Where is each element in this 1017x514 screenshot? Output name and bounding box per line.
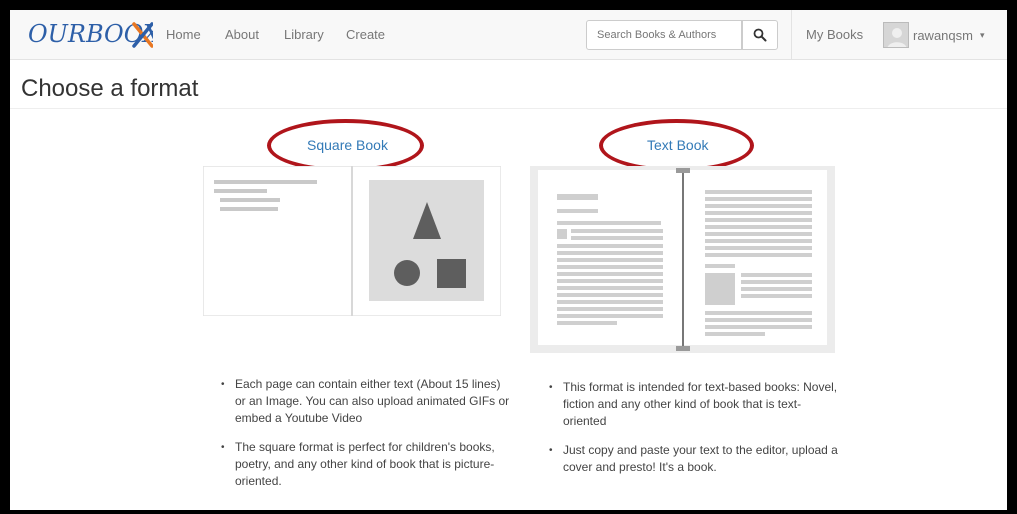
square-book-description: Each page can contain either text (About… xyxy=(221,376,511,502)
search-button[interactable] xyxy=(742,20,778,50)
highlight-ring xyxy=(267,119,424,172)
title-divider xyxy=(10,108,1007,109)
list-item: This format is intended for text-based b… xyxy=(549,379,839,430)
user-menu-dropdown[interactable]: rawanqsm ▾ xyxy=(883,21,985,49)
avatar xyxy=(883,22,909,48)
list-item: Each page can contain either text (About… xyxy=(221,376,511,427)
highlight-ring xyxy=(599,119,754,172)
search-input[interactable] xyxy=(586,20,742,50)
top-navbar: OURBOOX Home About Library Create My Boo… xyxy=(10,10,1007,60)
nav-about-link[interactable]: About xyxy=(225,27,259,42)
username-label: rawanqsm xyxy=(913,27,973,43)
text-book-preview[interactable] xyxy=(530,166,835,353)
text-book-description: This format is intended for text-based b… xyxy=(549,379,839,488)
nav-home-link[interactable]: Home xyxy=(166,27,201,42)
page-title: Choose a format xyxy=(21,75,199,102)
list-item: Just copy and paste your text to the edi… xyxy=(549,442,839,476)
ourboox-logo[interactable]: OURBOOX xyxy=(28,16,161,52)
nav-library-link[interactable]: Library xyxy=(284,27,324,42)
chevron-down-icon: ▾ xyxy=(979,29,985,40)
nav-create-link[interactable]: Create xyxy=(346,27,385,42)
user-placeholder-icon xyxy=(884,23,908,47)
app-frame: OURBOOX Home About Library Create My Boo… xyxy=(10,10,1007,510)
nav-divider xyxy=(791,10,792,60)
search-icon xyxy=(753,28,767,42)
my-books-link[interactable]: My Books xyxy=(806,27,863,42)
square-book-preview[interactable] xyxy=(202,165,502,317)
list-item: The square format is perfect for childre… xyxy=(221,439,511,490)
